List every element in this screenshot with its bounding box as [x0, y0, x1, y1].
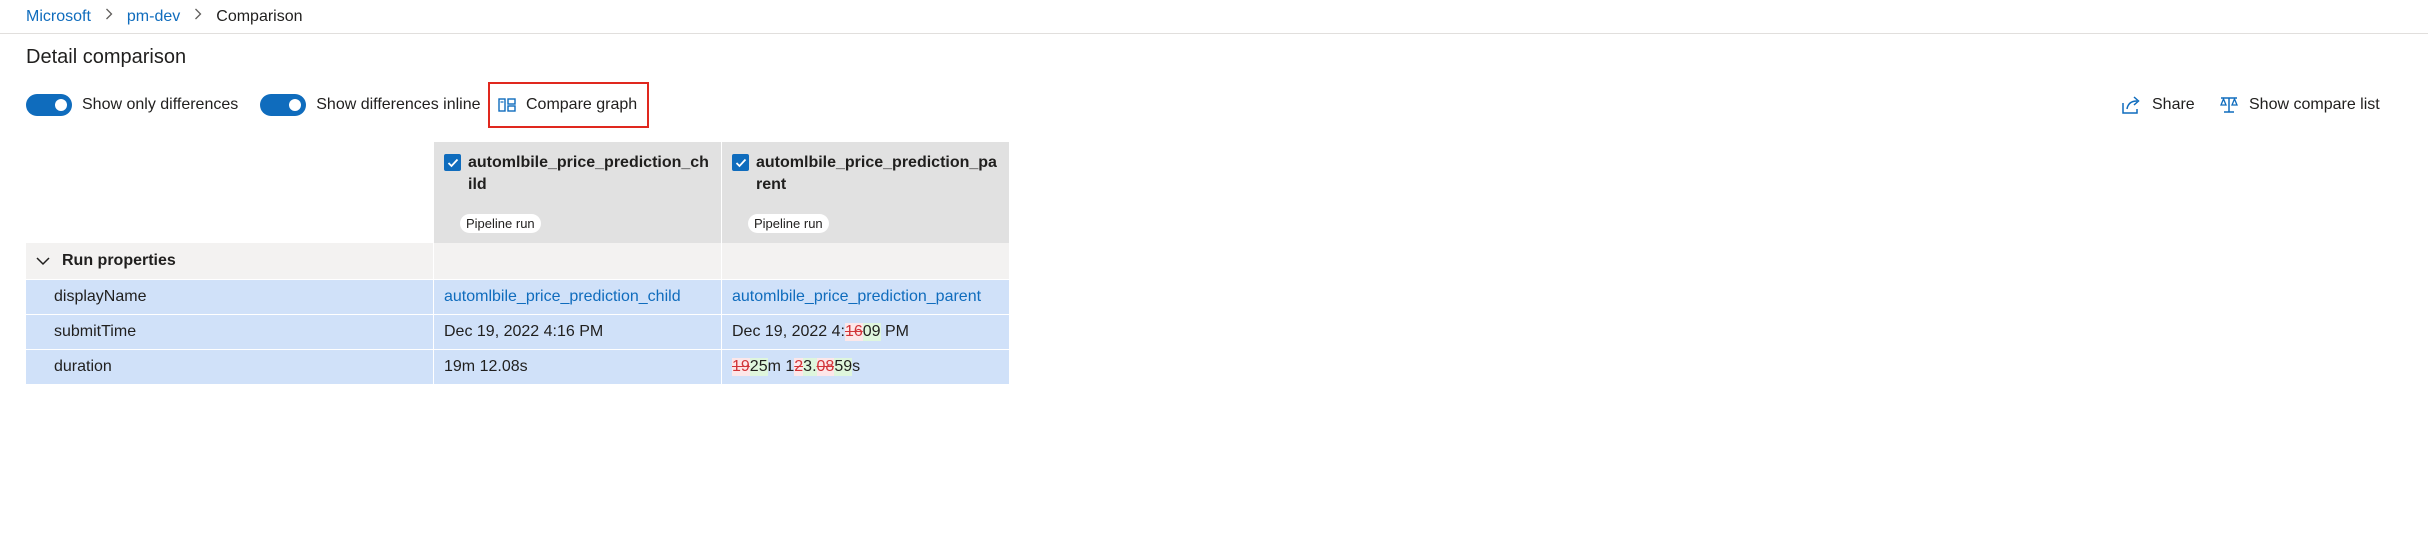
diff-inserted: 59 [834, 358, 853, 376]
table-row-displayname: displayName automlbile_price_prediction_… [26, 279, 1009, 314]
diff-deleted: 19 [732, 358, 750, 376]
compare-graph-button[interactable]: Compare graph [488, 82, 649, 128]
share-button[interactable]: Share [2120, 88, 2195, 122]
run-type-badge: Pipeline run [748, 214, 829, 233]
diff-inserted: 3. [803, 358, 817, 376]
breadcrumb-item-microsoft[interactable]: Microsoft [26, 8, 91, 26]
property-value-diff: Dec 19, 2022 4: 16 09 PM [721, 315, 1009, 349]
section-label: Run properties [62, 252, 176, 269]
table-row-submittime: submitTime Dec 19, 2022 4:16 PM Dec 19, … [26, 314, 1009, 349]
comparison-grid: automlbile_price_prediction_child Pipeli… [26, 142, 1009, 384]
toolbar: Show only differences Show differences i… [26, 88, 503, 122]
diff-deleted: 16 [844, 323, 863, 341]
diff-text: PM [880, 323, 910, 340]
property-key: displayName [54, 288, 147, 305]
page-title: Detail comparison [26, 46, 187, 68]
property-value: 19m 12.08s [433, 350, 721, 384]
diff-text: m 1 [767, 358, 795, 375]
toggle-switch[interactable] [260, 94, 307, 116]
toggle-switch[interactable] [26, 94, 72, 116]
share-label: Share [2152, 96, 2195, 113]
column-checkbox[interactable] [732, 154, 749, 171]
breadcrumb-current: Comparison [216, 7, 303, 25]
column-header-row: automlbile_price_prediction_child Pipeli… [26, 142, 1009, 243]
show-only-differences-toggle[interactable]: Show only differences [26, 94, 238, 116]
property-key: duration [54, 358, 112, 375]
diff-text: s [852, 358, 861, 375]
diff-deleted: 2 [794, 358, 804, 376]
show-differences-inline-label: Show differences inline [316, 96, 481, 113]
table-row-duration: duration 19m 12.08s 19 25 m 1 2 3. 08 59 s [26, 349, 1009, 384]
column-name: automlbile_price_prediction_child [468, 154, 709, 193]
section-toggle[interactable]: Run properties [26, 252, 433, 270]
property-value-diff: 19 25 m 1 2 3. 08 59 s [721, 350, 1009, 384]
breadcrumb-item-pm-dev[interactable]: pm-dev [127, 8, 180, 26]
run-type-badge: Pipeline run [460, 214, 541, 233]
show-only-differences-label: Show only differences [82, 96, 239, 113]
share-icon [2120, 95, 2142, 115]
property-value: Dec 19, 2022 4:16 PM [433, 315, 721, 349]
diff-inserted: 25 [749, 358, 768, 376]
property-value-link[interactable]: automlbile_price_prediction_parent [721, 280, 1009, 314]
show-compare-list-label: Show compare list [2249, 96, 2380, 113]
column-checkbox[interactable] [444, 154, 461, 171]
column-header-child: automlbile_price_prediction_child Pipeli… [433, 142, 721, 243]
section-run-properties: Run properties [26, 243, 1009, 279]
breadcrumb: Microsoft pm-dev Comparison [0, 0, 2428, 34]
chevron-down-icon [36, 256, 50, 266]
show-compare-list-button[interactable]: Show compare list [2219, 88, 2380, 122]
show-differences-inline-toggle[interactable]: Show differences inline [260, 94, 481, 116]
chevron-right-icon [105, 8, 113, 23]
scale-icon [2219, 95, 2239, 115]
property-key: submitTime [54, 323, 137, 340]
compare-graph-icon [498, 98, 516, 112]
diff-deleted: 08 [816, 358, 835, 376]
chevron-right-icon [194, 8, 202, 23]
diff-inserted: 09 [862, 323, 881, 341]
compare-graph-label: Compare graph [526, 96, 638, 113]
header-blank-cell [26, 142, 433, 243]
diff-text: Dec 19, 2022 4: [732, 323, 845, 340]
column-header-parent: automlbile_price_prediction_parent Pipel… [721, 142, 1009, 243]
column-name: automlbile_price_prediction_parent [756, 154, 997, 193]
property-value-link[interactable]: automlbile_price_prediction_child [433, 280, 721, 314]
